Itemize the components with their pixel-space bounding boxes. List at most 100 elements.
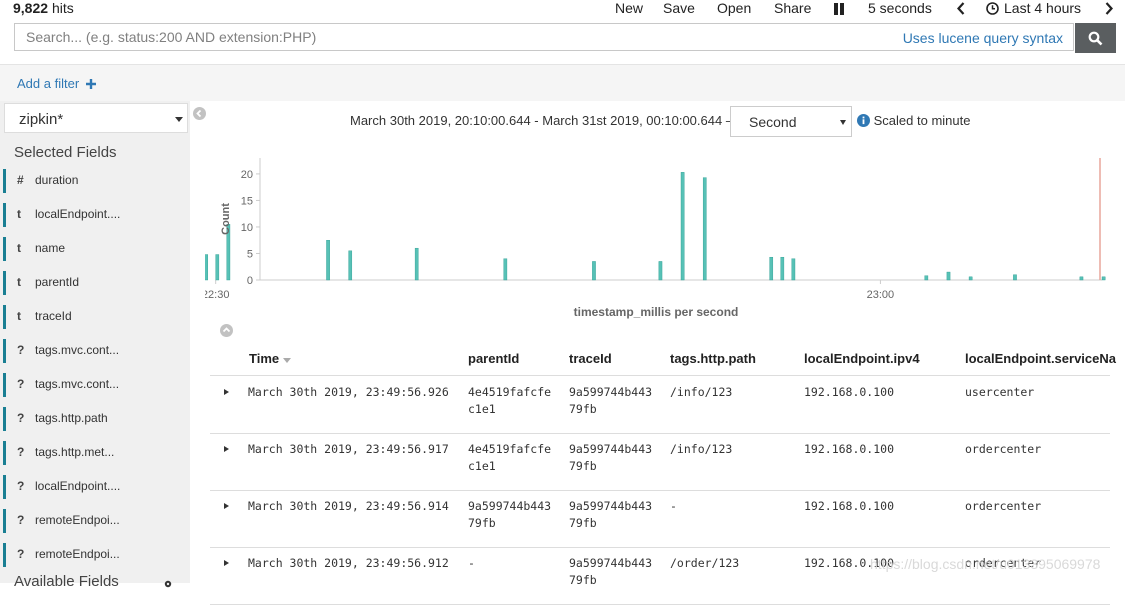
sidebar-field[interactable]: t parentId [3,271,190,295]
share-button[interactable]: Share [774,0,811,16]
field-name: localEndpoint.... [35,207,121,221]
histogram-bar [658,261,663,281]
index-pattern-select[interactable]: zipkin* [4,103,188,133]
expand-row-icon[interactable] [224,446,229,452]
column-traceid[interactable]: traceId [569,351,612,366]
sidebar-field[interactable]: ? tags.http.met... [3,441,190,465]
gear-icon[interactable] [163,576,173,594]
histogram-header: March 30th 2019, 20:10:00.644 - March 31… [350,106,1050,137]
search-button[interactable] [1075,23,1116,53]
field-name: tags.mvc.cont... [35,343,120,357]
expand-row-icon[interactable] [224,389,229,395]
histogram-bar [205,254,209,281]
field-type-icon: t [17,275,21,289]
field-type-icon: t [17,207,21,221]
sidebar-field[interactable]: t localEndpoint.... [3,203,190,227]
sidebar-field[interactable]: ? remoteEndpoi... [3,543,190,567]
caret-down-icon [175,117,183,122]
cell-time: March 30th 2019, 23:49:56.912 [248,556,449,570]
expand-row-icon[interactable] [224,560,229,566]
sidebar-field[interactable]: ? tags.mvc.cont... [3,373,190,397]
save-button[interactable]: Save [663,0,695,16]
sidebar-field[interactable]: t traceId [3,305,190,329]
y-tick-label: 0 [247,275,253,287]
field-type-icon: # [17,173,24,187]
sidebar-field[interactable]: ? tags.http.path [3,407,190,431]
clock-icon [986,2,999,18]
pause-icon[interactable] [833,2,845,18]
search-icon [1088,31,1103,46]
field-name: tags.http.path [35,411,108,425]
field-name: parentId [35,275,80,289]
filter-bar: Add a filter [0,64,1125,101]
histogram-bar [924,275,929,281]
sidebar-field[interactable]: ? tags.mvc.cont... [3,339,190,363]
y-tick-label: 5 [247,248,253,260]
search-box: Uses lucene query syntax [14,23,1074,51]
histogram-bar [414,247,419,281]
column-ipv4[interactable]: localEndpoint.ipv4 [804,351,920,366]
histogram-bar [946,271,951,281]
table-row: March 30th 2019, 23:49:56.914 9a599744b44… [210,490,1110,548]
column-parentid[interactable]: parentId [468,351,519,366]
column-time[interactable]: Time [249,351,291,366]
field-name: tags.http.met... [35,445,115,459]
cell-service: ordercenter [965,442,1042,456]
y-tick-label: 10 [241,222,253,234]
field-name: name [35,241,66,255]
histogram-bar [1079,276,1084,281]
cell-traceid: 9a599744b443 79fb [569,442,653,473]
interval-select[interactable]: Second [730,106,852,137]
cell-http-path: - [670,499,677,513]
chevron-left-icon[interactable] [956,2,966,18]
sidebar-field[interactable]: t name [3,237,190,261]
cell-ipv4: 192.168.0.100 [804,442,895,456]
x-tick-label: 23:00 [867,289,895,301]
refresh-interval[interactable]: 5 seconds [868,0,932,16]
scaled-note: Scaled to minute [857,113,970,128]
open-button[interactable]: Open [717,0,751,16]
sidebar-field[interactable]: # duration [3,169,190,193]
column-service-name[interactable]: localEndpoint.serviceNa [965,351,1116,366]
sidebar-field[interactable]: ? localEndpoint.... [3,475,190,499]
cell-parentid: - [468,556,475,570]
field-sidebar: zipkin* Selected Fields # duration t localE… [0,101,190,590]
field-name: remoteEndpoi... [35,547,120,561]
chevron-right-icon[interactable] [1104,2,1114,18]
histogram-bar [680,172,685,281]
lucene-syntax-link[interactable]: Uses lucene query syntax [903,30,1063,46]
cell-parentid: 9a599744b443 79fb [468,499,552,530]
sort-down-icon[interactable] [282,358,291,363]
cell-traceid: 9a599744b443 79fb [569,556,653,587]
cell-time: March 30th 2019, 23:49:56.926 [248,385,449,399]
field-type-icon: ? [17,343,25,357]
hits-count: 9,822 hits [13,0,74,16]
field-type-icon: ? [17,479,25,493]
cell-ipv4: 192.168.0.100 [804,499,895,513]
y-axis-label: Count [220,203,232,235]
expand-row-icon[interactable] [224,503,229,509]
timerange-picker[interactable]: Last 4 hours [1004,0,1081,16]
date-range-label: March 30th 2019, 20:10:00.644 - March 31… [350,113,739,128]
plus-icon [85,79,96,89]
cell-service: usercenter [965,385,1035,399]
search-input[interactable] [15,24,897,50]
collapse-chart-button[interactable] [220,324,233,337]
cell-traceid: 9a599744b443 79fb [569,385,653,416]
cell-service: ordercenter [965,499,1042,513]
field-name: tags.mvc.cont... [35,377,120,391]
collapse-sidebar-button[interactable] [193,107,206,120]
chevron-left-icon [196,109,202,118]
histogram-bar [1013,274,1017,281]
histogram-bar [769,256,774,281]
sidebar-field[interactable]: ? remoteEndpoi... [3,509,190,533]
histogram-bar [968,276,973,281]
histogram-bar [348,250,353,281]
column-http-path[interactable]: tags.http.path [670,351,756,366]
cell-time: March 30th 2019, 23:49:56.917 [248,442,449,456]
new-button[interactable]: New [615,0,643,16]
info-icon [857,114,870,127]
add-filter-button[interactable]: Add a filter [17,76,96,91]
histogram-bar [503,258,508,281]
field-name: duration [35,173,79,187]
